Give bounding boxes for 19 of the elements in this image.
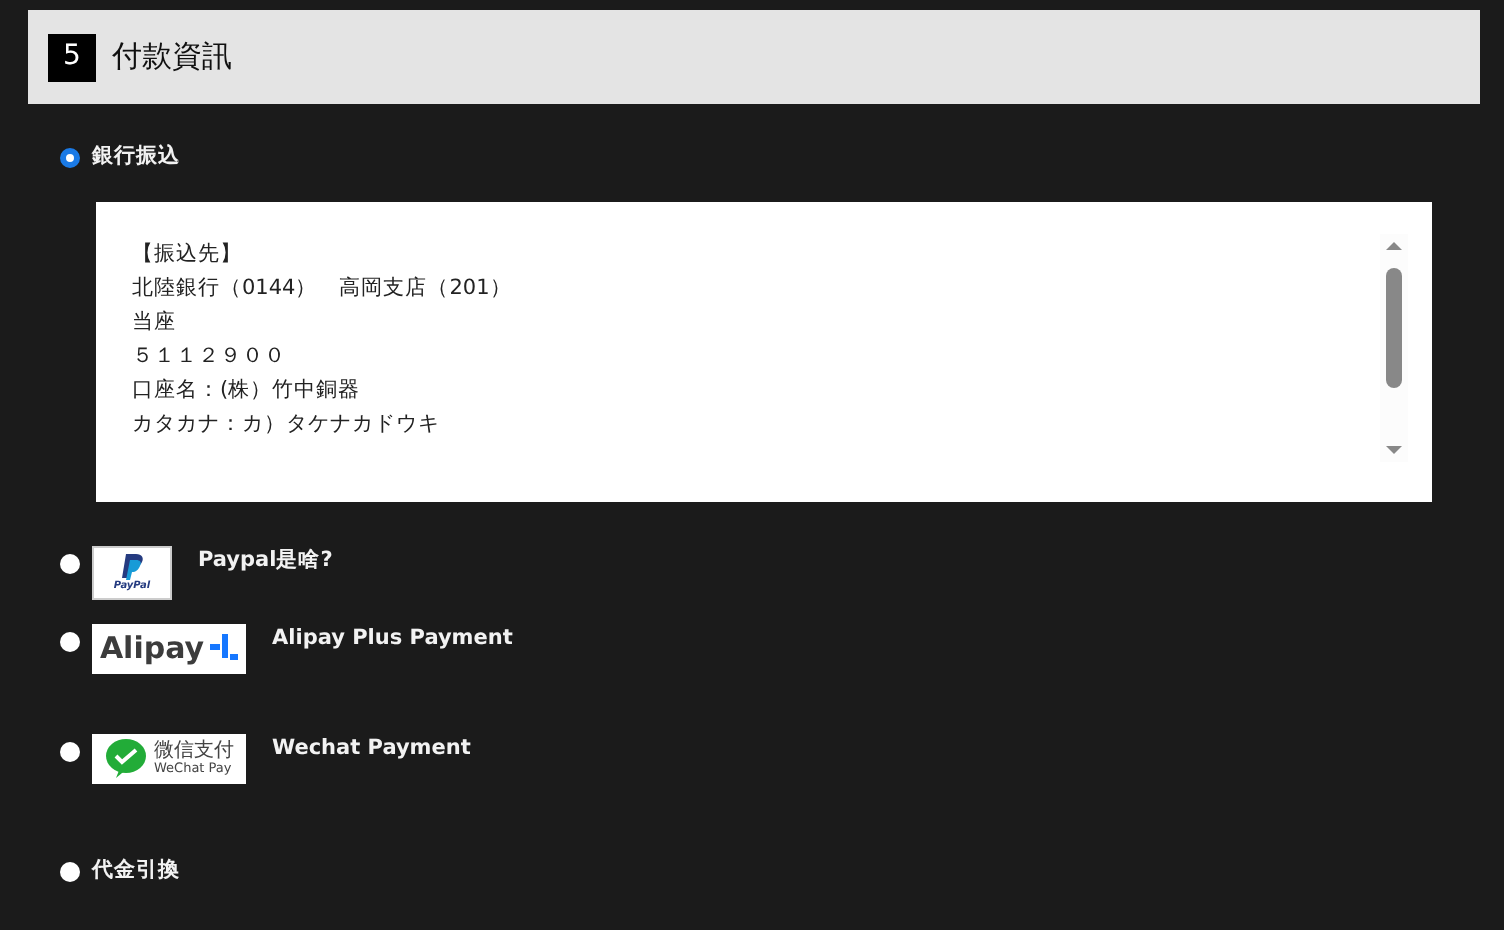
radio-button[interactable] (60, 861, 80, 882)
payment-label: 代金引換 (92, 855, 180, 886)
payment-label: Alipay Plus Payment (272, 623, 513, 654)
alipay-logo: Alipay (92, 623, 246, 674)
details-line: 当座 (132, 307, 178, 338)
details-line: 【振込先】 (132, 239, 244, 270)
radio-button[interactable] (60, 741, 80, 762)
payment-label: Wechat Payment (272, 733, 471, 764)
details-line: ５１１２９００ (132, 341, 288, 372)
radio-button[interactable] (60, 631, 80, 652)
payment-label: Paypal是啥? (198, 545, 333, 576)
section-title: 付款資訊 (112, 36, 232, 79)
details-line: 口座名：(株）竹中銅器 (132, 375, 363, 406)
step-number: 5 (48, 33, 96, 81)
radio-button[interactable] (60, 147, 80, 168)
payment-label: 銀行振込 (92, 142, 180, 172)
details-line: カタカナ：カ）タケナカドウキ (132, 409, 442, 440)
radio-button[interactable] (60, 553, 80, 574)
details-line: 北陸銀行（0144） 高岡支店（201） (132, 273, 514, 304)
